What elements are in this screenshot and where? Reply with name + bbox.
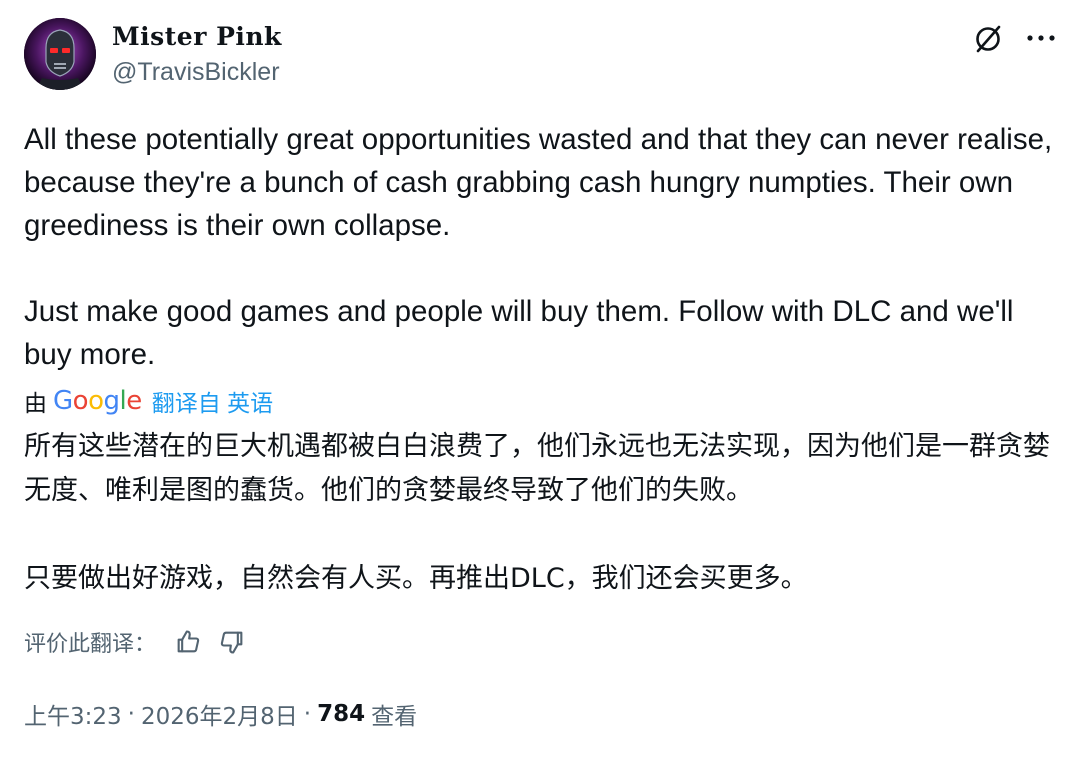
thumbs-down-icon[interactable] (218, 628, 246, 656)
google-logo: Google (53, 386, 142, 416)
thumbs-up-icon[interactable] (174, 628, 202, 656)
terminator-skull-avatar-icon (24, 18, 96, 90)
tweet-meta: 上午3:23 · 2026年2月8日 · 784 查看 (24, 694, 417, 734)
tweet-date[interactable]: 2026年2月8日 (141, 697, 298, 731)
views-count: 784 (317, 701, 366, 727)
separator: · (127, 701, 135, 727)
display-name[interactable]: Mister Pink (112, 22, 282, 51)
tweet: Mister Pink @TravisBickler All these pot… (0, 0, 1080, 758)
tweet-time[interactable]: 上午3:23 (24, 697, 122, 731)
user-handle[interactable]: @TravisBickler (112, 58, 280, 87)
more-icon[interactable] (1026, 34, 1056, 42)
translation-attribution: 由 Google 翻译自 英语 (24, 384, 273, 418)
tweet-paragraph: All these potentially great opportunitie… (24, 123, 1053, 242)
top-actions (972, 18, 1056, 58)
translated-text: 所有这些潜在的巨大机遇都被白白浪费了，他们永远也无法实现，因为他们是一群贪婪无度… (24, 425, 1059, 601)
views-label: 查看 (371, 704, 418, 730)
translated-from-link[interactable]: 翻译自 英语 (152, 384, 273, 418)
grok-icon[interactable] (972, 22, 1004, 54)
tweet-text: All these potentially great opportunitie… (24, 118, 1054, 376)
separator: · (303, 701, 312, 727)
rate-translation-label: 评价此翻译： (24, 632, 157, 657)
translated-by-label: 由 (24, 390, 47, 416)
tweet-paragraph: Just make good games and people will buy… (24, 295, 1014, 371)
rate-translation: 评价此翻译： (24, 624, 262, 660)
avatar[interactable] (24, 18, 96, 90)
translated-paragraph: 只要做出好游戏，自然会有人买。再推出DLC，我们还会买更多。 (24, 563, 808, 594)
translated-paragraph: 所有这些潜在的巨大机遇都被白白浪费了，他们永远也无法实现，因为他们是一群贪婪无度… (24, 431, 1050, 506)
